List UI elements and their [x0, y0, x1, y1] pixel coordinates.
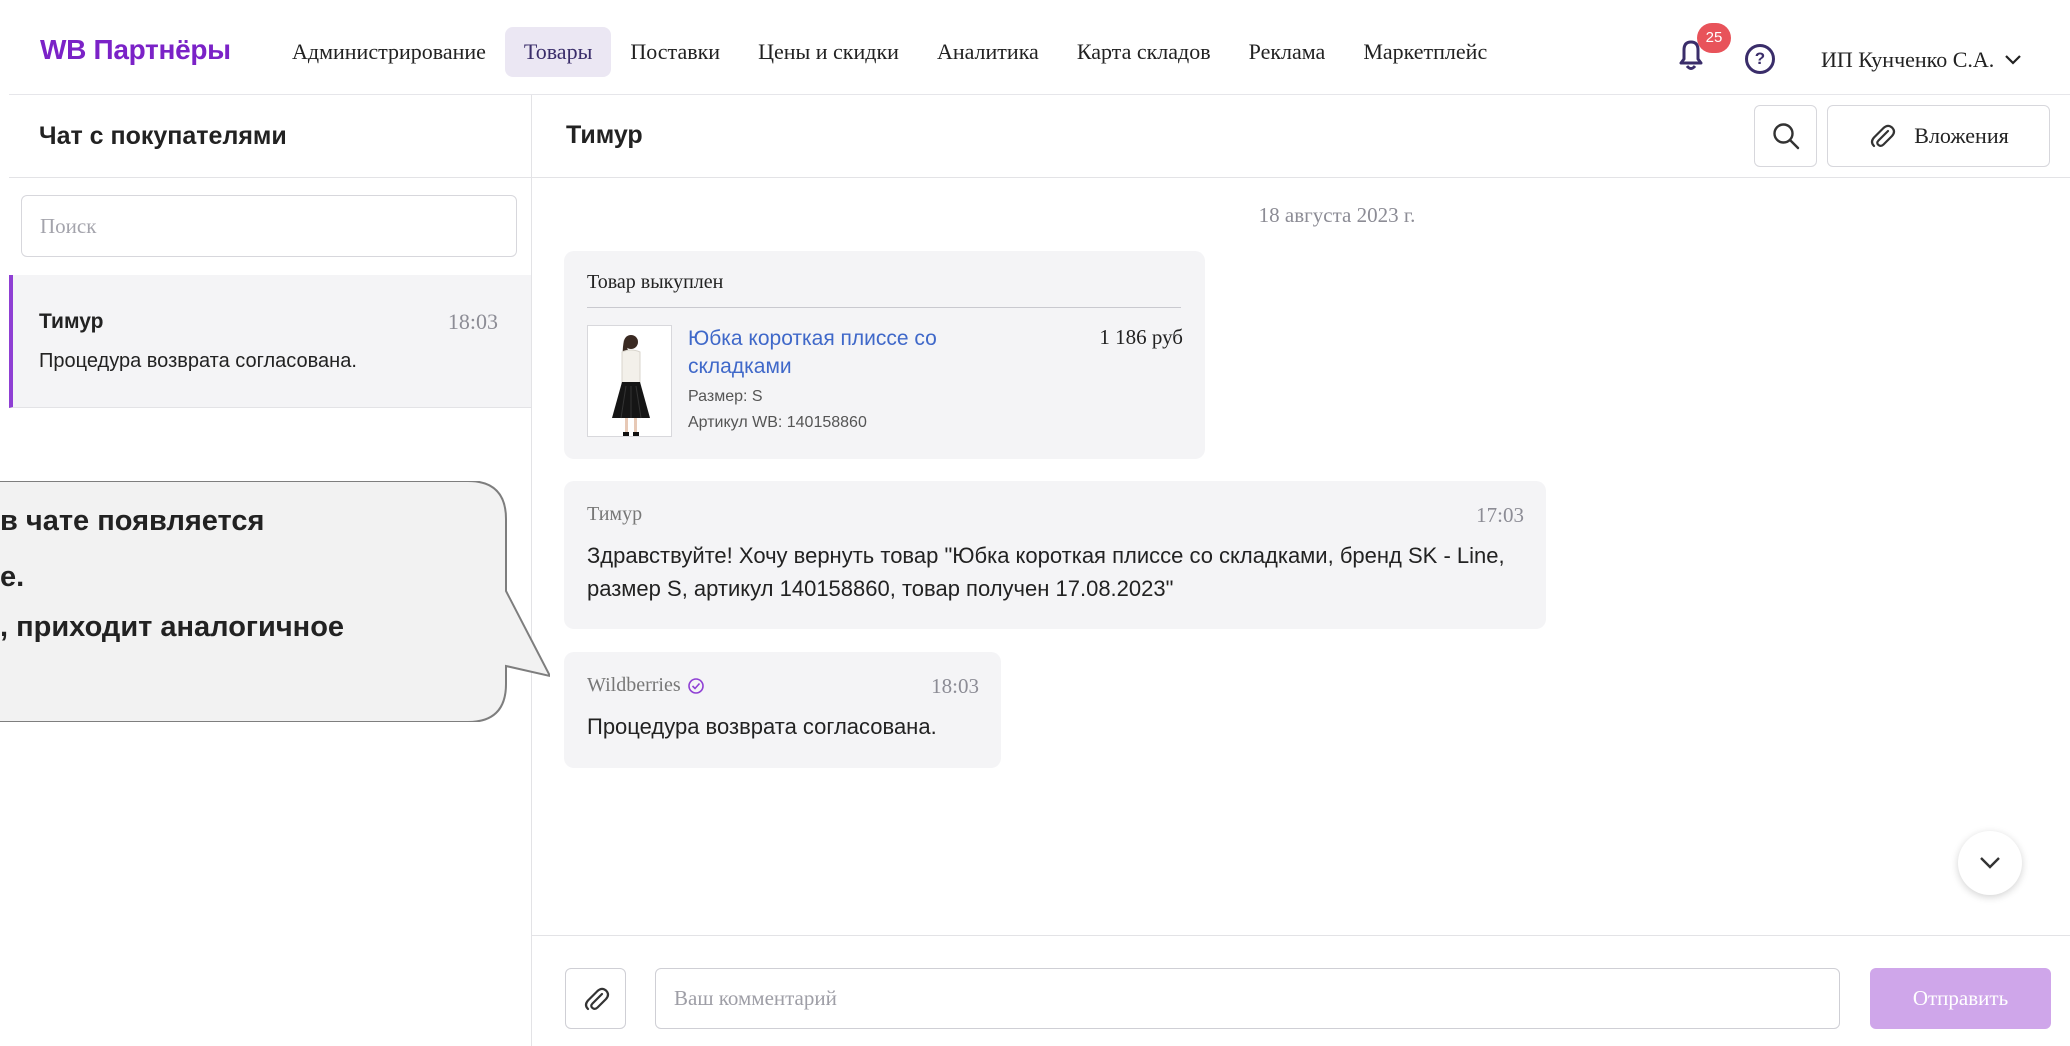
chat-header: Тимур Вложения	[532, 95, 2070, 178]
message-bubble: Wildberries 18:03 Процедура возврата сог…	[564, 652, 1001, 768]
attachments-button[interactable]: Вложения	[1827, 105, 2050, 167]
send-button[interactable]: Отправить	[1870, 968, 2051, 1029]
scroll-down-button[interactable]	[1958, 831, 2022, 895]
logo[interactable]: WB Партнёры	[40, 34, 231, 66]
nav-item-ads[interactable]: Реклама	[1230, 27, 1345, 77]
chat-item-preview: Процедура возврата согласована.	[39, 350, 357, 372]
product-title-link[interactable]: Юбка короткая плиссе со складками	[688, 325, 988, 381]
nav-item-analytics[interactable]: Аналитика	[918, 27, 1058, 77]
comment-input[interactable]	[655, 968, 1840, 1029]
message-author: Wildberries	[587, 674, 705, 697]
search-icon	[1772, 123, 1799, 150]
notification-badge: 25	[1697, 23, 1731, 53]
chevron-down-icon	[2005, 55, 2022, 65]
chevron-down-icon	[1980, 857, 2000, 869]
nav-item-administration[interactable]: Администрирование	[273, 27, 505, 77]
help-icon[interactable]: ?	[1745, 44, 1775, 74]
callout-line: е.	[0, 561, 25, 593]
verified-icon	[687, 677, 704, 694]
message-text: Процедура возврата согласована.	[587, 714, 937, 739]
nav-item-supplies[interactable]: Поставки	[611, 27, 739, 77]
chat-item-name: Тимур	[39, 310, 104, 333]
search-input[interactable]	[21, 195, 517, 257]
top-navigation: WB Партнёры Администрирование Товары Пос…	[9, 9, 2070, 95]
date-separator: 18 августа 2023 г.	[1258, 203, 1416, 227]
message-author-name: Тимур	[587, 503, 643, 525]
attachments-label: Вложения	[1914, 123, 2009, 148]
message-author: Тимур	[587, 503, 642, 526]
chat-item-time: 18:03	[447, 309, 498, 334]
chat-search-button[interactable]	[1754, 105, 1817, 167]
chat-list-title: Чат с покупателями	[9, 95, 531, 178]
main-menu: Администрирование Товары Поставки Цены и…	[273, 27, 1506, 77]
product-image[interactable]	[587, 325, 672, 437]
callout-line: в чате появляется	[0, 505, 265, 537]
paperclip-icon	[584, 987, 609, 1010]
product-size: Размер: S	[688, 388, 763, 405]
user-name: ИП Кунченко С.А.	[1821, 47, 1995, 72]
product-article: Артикул WB: 140158860	[688, 414, 867, 431]
nav-item-warehouse-map[interactable]: Карта складов	[1058, 27, 1230, 77]
message-author-name: Wildberries	[587, 674, 681, 696]
divider	[587, 307, 1181, 308]
nav-item-marketplace[interactable]: Маркетплейс	[1344, 27, 1506, 77]
nav-item-products[interactable]: Товары	[504, 27, 612, 77]
chat-list-item[interactable]: Тимур 18:03 Процедура возврата согласова…	[9, 275, 531, 408]
chat-panel: Тимур Вложения 18 августа 2023 г. Товар …	[532, 95, 2070, 1046]
message-text: Здравствуйте! Хочу вернуть товар "Юбка к…	[587, 543, 1505, 601]
user-menu[interactable]: ИП Кунченко С.А.	[1821, 47, 2022, 73]
message-time: 17:03	[1476, 503, 1524, 527]
message-bubble: Тимур 17:03 Здравствуйте! Хочу вернуть т…	[564, 481, 1546, 629]
product-status: Товар выкуплен	[587, 271, 724, 293]
product-price: 1 186 руб	[1099, 325, 1183, 349]
callout-line: , приходит аналогичное	[0, 611, 345, 643]
chat-title: Тимур	[566, 121, 643, 149]
paperclip-icon	[1871, 124, 1896, 148]
product-card: Товар выкуплен Юбка короткая плиссе со с…	[564, 251, 1205, 459]
message-time: 18:03	[931, 674, 979, 698]
message-composer: Отправить	[532, 935, 2070, 1046]
attach-file-button[interactable]	[565, 968, 626, 1029]
nav-item-prices-discounts[interactable]: Цены и скидки	[739, 27, 918, 77]
